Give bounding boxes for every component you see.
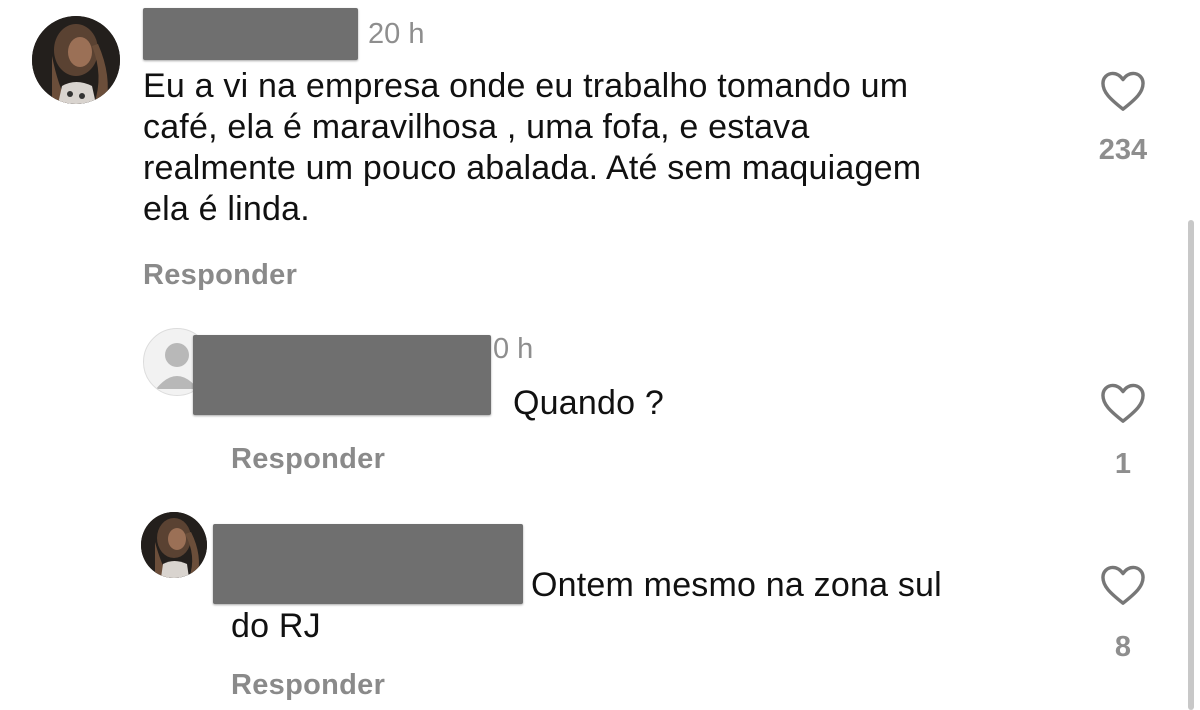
scrollbar[interactable] — [1188, 220, 1194, 710]
like-button[interactable] — [1100, 564, 1146, 611]
comment-text-line: realmente um pouco abalada. Até sem maqu… — [143, 149, 922, 187]
reply2-avatar[interactable] — [141, 512, 207, 578]
reply-button[interactable]: Responder — [143, 259, 297, 292]
comment-text-line: Eu a vi na empresa onde eu trabalho toma… — [143, 67, 909, 105]
heart-outline-icon — [1101, 71, 1145, 111]
reply2-text-line: Ontem mesmo na zona sul — [531, 566, 942, 604]
like-button[interactable] — [1100, 382, 1146, 429]
reply2-text-line: do RJ — [231, 607, 321, 645]
like-button[interactable] — [1100, 70, 1146, 117]
comment-timestamp: 20 h — [368, 18, 425, 50]
like-count: 8 — [1114, 631, 1132, 663]
comment-text-line: café, ela é maravilhosa , uma fofa, e es… — [143, 108, 810, 146]
comment-text-line: ela é linda. — [143, 190, 310, 228]
like-count: 1 — [1114, 448, 1132, 480]
heart-outline-icon — [1101, 565, 1145, 605]
reply-button[interactable]: Responder — [231, 443, 385, 476]
reply-button[interactable]: Responder — [231, 669, 385, 702]
comment-text: Eu a vi na empresa onde eu trabalho toma… — [143, 66, 921, 230]
heart-outline-icon — [1101, 383, 1145, 423]
username-redaction — [143, 8, 358, 60]
reply1-text: Quando ? — [513, 384, 664, 422]
username-redaction — [193, 335, 491, 415]
commenter-avatar[interactable] — [32, 16, 120, 104]
reply2-text: Ontem mesmo na zona sul do RJ — [231, 565, 942, 647]
reply1-timestamp: 0 h — [493, 333, 534, 365]
like-count: 234 — [1098, 134, 1148, 166]
